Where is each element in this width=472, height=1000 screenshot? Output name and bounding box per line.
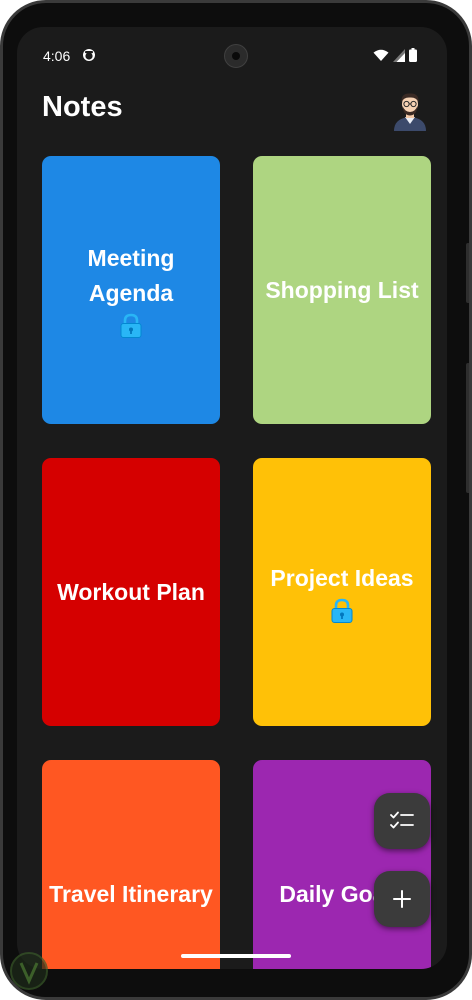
front-camera <box>224 44 248 68</box>
note-card[interactable]: Daily Goals <box>253 760 431 969</box>
note-title: Meeting Agenda <box>87 245 175 306</box>
note-title: Workout Plan <box>57 578 205 605</box>
note-title: Travel Itinerary <box>49 880 213 907</box>
screen: 4:06 Notes Meeting Agenda Shopping List … <box>17 27 447 969</box>
shield-logo-icon <box>10 952 48 990</box>
add-note-button[interactable] <box>374 871 430 927</box>
power-button <box>466 243 469 303</box>
wifi-icon <box>373 49 389 61</box>
checklist-icon <box>390 811 414 829</box>
note-title: Shopping List <box>265 276 419 303</box>
status-time: 4:06 <box>43 48 71 64</box>
checklist-button[interactable] <box>374 793 430 849</box>
lock-icon <box>331 598 353 623</box>
notification-face-icon <box>83 49 95 61</box>
note-card[interactable]: Workout Plan <box>42 458 220 726</box>
plus-icon <box>393 890 411 908</box>
gesture-handle[interactable] <box>181 954 291 958</box>
note-card[interactable]: Travel Itinerary <box>42 760 220 969</box>
avatar[interactable] <box>393 91 427 131</box>
status-icons <box>373 47 417 63</box>
note-card[interactable]: Shopping List <box>253 156 431 424</box>
note-card[interactable]: Project Ideas <box>253 458 431 726</box>
note-title: Project Ideas <box>270 564 414 591</box>
phone-frame: 4:06 Notes Meeting Agenda Shopping List … <box>0 0 472 1000</box>
page-title: Notes <box>42 91 123 123</box>
lock-icon <box>120 313 142 338</box>
battery-icon <box>409 48 417 62</box>
signal-icon <box>393 48 405 62</box>
volume-button <box>466 363 469 493</box>
note-card[interactable]: Meeting Agenda <box>42 156 220 424</box>
status-bar: 4:06 <box>17 27 447 83</box>
